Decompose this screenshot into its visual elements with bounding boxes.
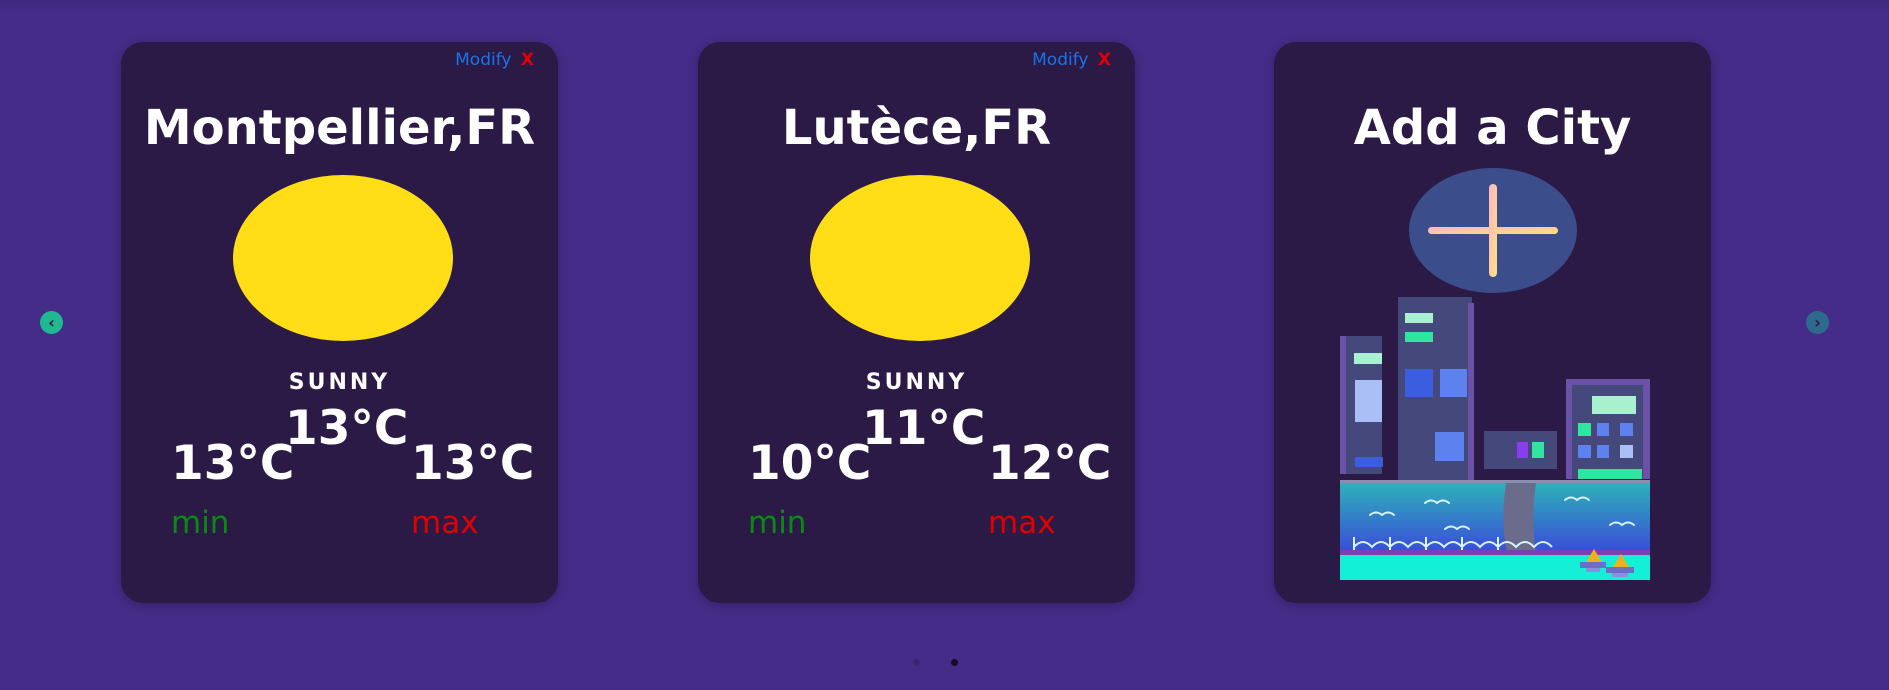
city-weather-card: Modify X Lutèce,FR SUNNY 10°C 11°C 12°C …	[698, 42, 1135, 603]
city-name: Montpellier,FR	[143, 100, 536, 156]
min-temperature: 13°C	[171, 436, 295, 491]
modify-link[interactable]: Modify	[455, 50, 511, 70]
min-label: min	[171, 505, 230, 541]
card-actions: Modify X	[455, 48, 534, 72]
city-skyline-illustration	[1340, 297, 1650, 580]
delete-city-button[interactable]: X	[521, 50, 534, 70]
min-temperature: 10°C	[748, 436, 872, 491]
sun-icon	[233, 175, 453, 341]
max-label: max	[988, 505, 1056, 541]
add-city-card[interactable]: Add a City	[1274, 42, 1711, 603]
min-label: min	[748, 505, 807, 541]
current-temperature: 11°C	[862, 401, 986, 456]
current-temperature: 13°C	[285, 401, 409, 456]
pagination-dot-active[interactable]	[951, 659, 958, 666]
modify-link[interactable]: Modify	[1032, 50, 1088, 70]
delete-city-button[interactable]: X	[1098, 50, 1111, 70]
carousel-pagination	[0, 659, 1889, 669]
pagination-dot[interactable]	[913, 659, 920, 666]
sun-icon	[810, 175, 1030, 341]
card-actions: Modify X	[1032, 48, 1111, 72]
plus-icon[interactable]	[1409, 168, 1577, 293]
add-city-title: Add a City	[1353, 100, 1632, 156]
plus-glyph	[1428, 184, 1558, 277]
chevron-left-icon[interactable]: ‹	[40, 311, 63, 334]
max-label: max	[411, 505, 479, 541]
weather-condition: SUNNY	[288, 370, 391, 395]
city-name: Lutèce,FR	[781, 100, 1052, 156]
weather-carousel-page: Modify X Montpellier,FR SUNNY 13°C 13°C …	[0, 0, 1889, 690]
max-temperature: 12°C	[988, 436, 1112, 491]
city-weather-card: Modify X Montpellier,FR SUNNY 13°C 13°C …	[121, 42, 558, 603]
weather-condition: SUNNY	[865, 370, 968, 395]
max-temperature: 13°C	[411, 436, 535, 491]
chevron-right-icon[interactable]: ›	[1806, 311, 1829, 334]
